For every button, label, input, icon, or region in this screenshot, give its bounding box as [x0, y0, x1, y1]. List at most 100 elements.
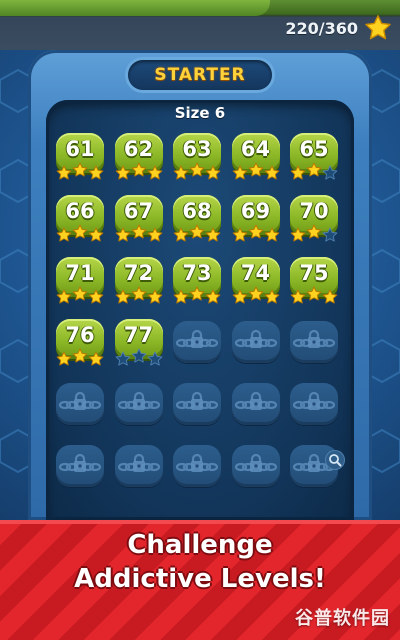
- level-button-61[interactable]: 61: [56, 133, 104, 180]
- score-counter: 220/360: [285, 12, 392, 44]
- star-filled-icon: [56, 289, 72, 304]
- star-filled-icon: [205, 165, 221, 180]
- level-button-64[interactable]: 64: [231, 133, 280, 181]
- level-stars: [290, 162, 338, 181]
- star-filled-icon: [88, 227, 104, 242]
- magnifier-icon: [329, 454, 342, 467]
- star-empty-icon: [322, 165, 338, 180]
- level-button-62[interactable]: 62: [114, 133, 163, 180]
- level-stars: [115, 348, 163, 367]
- level-stars: [290, 224, 338, 243]
- locked-level[interactable]: [56, 383, 104, 425]
- chain-lock-icon: [58, 391, 102, 410]
- level-stars: [56, 224, 104, 243]
- level-button-77[interactable]: 77: [114, 319, 163, 367]
- star-filled-icon: [248, 224, 263, 239]
- star-empty-icon: [131, 348, 146, 363]
- level-stars: [232, 224, 280, 243]
- star-filled-icon: [115, 289, 130, 304]
- chain-lock-icon: [292, 391, 336, 410]
- star-filled-icon: [56, 165, 72, 180]
- level-button-68[interactable]: 68: [173, 195, 221, 243]
- level-number: 68: [182, 199, 212, 223]
- pack-title: STARTER: [154, 65, 246, 85]
- level-stars: [232, 162, 280, 181]
- star-filled-icon: [290, 165, 306, 180]
- level-stars: [173, 162, 221, 181]
- level-button-65[interactable]: 65: [290, 133, 338, 181]
- level-number: 66: [65, 199, 95, 223]
- chain-lock-icon: [234, 453, 277, 472]
- level-stars: [173, 224, 221, 243]
- star-filled-icon: [189, 224, 205, 239]
- star-filled-icon: [88, 289, 104, 304]
- locked-level[interactable]: [290, 383, 338, 425]
- star-filled-icon: [306, 162, 322, 177]
- banner-line-2: Addictive Levels!: [74, 564, 326, 594]
- star-filled-icon: [189, 162, 205, 177]
- locked-level[interactable]: [290, 321, 338, 363]
- locked-level[interactable]: [173, 445, 221, 487]
- level-stars: [56, 286, 104, 305]
- star-filled-icon: [322, 289, 338, 304]
- star-filled-icon: [72, 224, 88, 239]
- level-button-74[interactable]: 74: [231, 257, 280, 305]
- size-label: Size 6: [174, 104, 226, 122]
- level-button-69[interactable]: 69: [231, 195, 280, 243]
- star-filled-icon: [147, 165, 162, 180]
- chain-lock-icon: [234, 391, 277, 410]
- star-filled-icon: [248, 162, 263, 177]
- star-filled-icon: [56, 227, 72, 242]
- watermark-text: 谷普软件园: [295, 608, 390, 629]
- level-number: 76: [65, 323, 95, 347]
- star-filled-icon: [264, 165, 279, 180]
- level-number: 72: [123, 261, 154, 285]
- level-button-75[interactable]: 75: [290, 257, 338, 304]
- level-button-76[interactable]: 76: [56, 319, 104, 367]
- chain-lock-icon: [117, 453, 160, 472]
- chain-lock-icon: [175, 453, 219, 472]
- level-button-72[interactable]: 72: [114, 257, 163, 305]
- top-bar: 220/360: [0, 0, 400, 50]
- level-number: 73: [182, 261, 212, 285]
- level-button-71[interactable]: 71: [56, 257, 104, 305]
- locked-level[interactable]: [114, 383, 163, 425]
- level-button-73[interactable]: 73: [173, 257, 221, 305]
- star-filled-icon: [173, 227, 189, 242]
- level-button-63[interactable]: 63: [173, 133, 221, 181]
- level-button-66[interactable]: 66: [56, 195, 104, 243]
- chain-lock-icon: [58, 453, 102, 472]
- star-filled-icon: [264, 227, 279, 242]
- star-filled-icon: [290, 289, 306, 304]
- level-stars: [232, 286, 280, 305]
- locked-level[interactable]: [231, 383, 280, 425]
- star-filled-icon: [56, 351, 72, 366]
- level-button-67[interactable]: 67: [114, 195, 163, 242]
- locked-level[interactable]: [173, 321, 221, 363]
- grass-ledge: [0, 0, 270, 16]
- zoom-button[interactable]: [326, 451, 344, 469]
- chain-lock-icon: [175, 329, 219, 348]
- star-filled-icon: [88, 165, 104, 180]
- star-filled-icon: [131, 162, 146, 177]
- locked-level[interactable]: [173, 383, 221, 425]
- level-number: 64: [240, 137, 271, 161]
- level-number: 75: [299, 261, 329, 285]
- star-empty-icon: [147, 351, 162, 366]
- level-button-70[interactable]: 70: [290, 195, 338, 243]
- banner-line-1: Challenge: [127, 530, 273, 560]
- star-filled-icon: [115, 227, 130, 242]
- locked-level[interactable]: [231, 445, 280, 487]
- star-filled-icon: [72, 162, 88, 177]
- score-text: 220/360: [285, 18, 358, 38]
- level-stars: [56, 348, 104, 367]
- locked-level[interactable]: [56, 445, 104, 487]
- chain-lock-icon: [234, 329, 277, 348]
- locked-level[interactable]: [231, 321, 280, 363]
- level-stars: [173, 286, 221, 305]
- star-filled-icon: [131, 224, 146, 239]
- star-filled-icon: [88, 351, 104, 366]
- locked-level[interactable]: [114, 445, 163, 487]
- level-stars: [115, 286, 163, 305]
- chain-lock-icon: [117, 391, 160, 410]
